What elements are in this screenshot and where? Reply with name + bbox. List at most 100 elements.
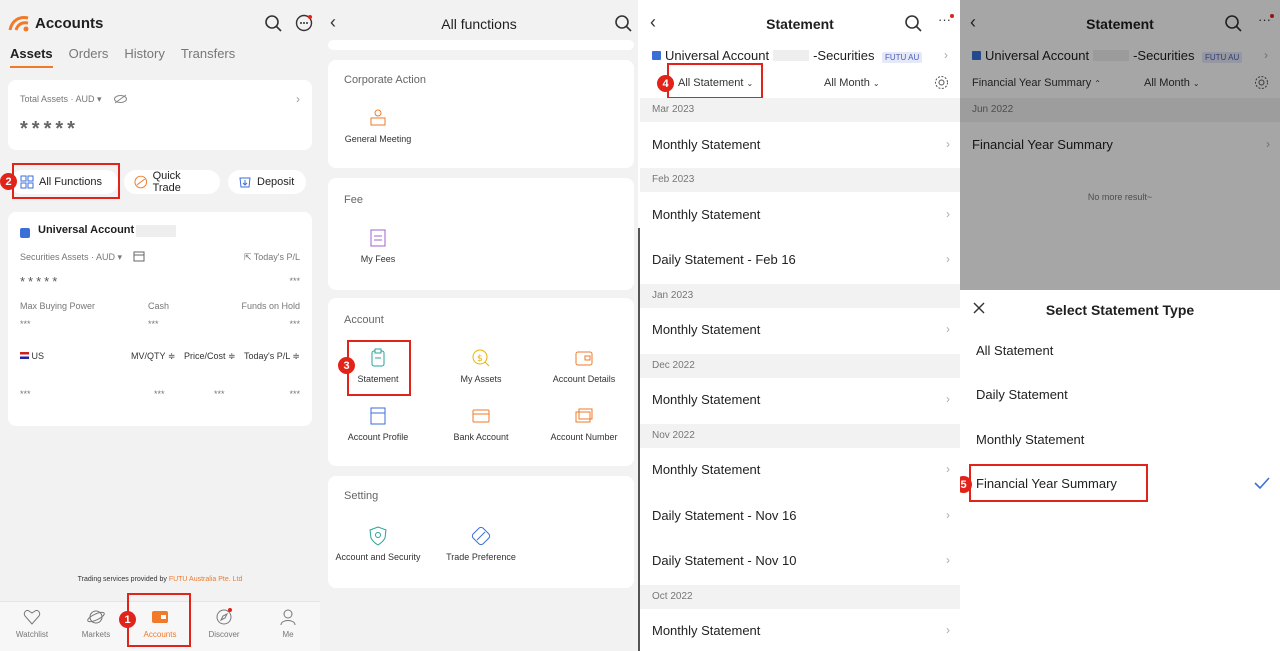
general-meeting-button[interactable]: General Meeting	[328, 108, 428, 144]
column-mv-qty[interactable]: MV/QTY ≑	[131, 351, 175, 362]
option-monthly-statement[interactable]: Monthly Statement	[976, 432, 1084, 447]
calendar-icon[interactable]	[133, 250, 145, 262]
statement-row[interactable]: Daily Statement - Nov 10 ›	[640, 538, 960, 582]
statement-header: ‹ Statement ···	[640, 0, 960, 46]
statement-row[interactable]: Monthly Statement ›	[640, 122, 960, 166]
modal-overlay[interactable]	[960, 0, 1280, 290]
statement-row[interactable]: Monthly Statement ›	[640, 377, 960, 421]
eye-hidden-icon[interactable]	[114, 94, 127, 104]
more-icon[interactable]: ···	[938, 12, 951, 27]
funds-on-hold-label: Funds on Hold	[241, 301, 300, 311]
search-icon[interactable]	[264, 14, 282, 32]
statement-row[interactable]: Monthly Statement ›	[640, 608, 960, 651]
deposit-label: Deposit	[257, 176, 295, 188]
cash-value: ***	[148, 319, 159, 329]
universal-account-card[interactable]: Universal Account Securities Assets · AU…	[8, 212, 312, 426]
statement-row[interactable]: Daily Statement - Feb 16 ›	[640, 237, 960, 281]
statement-row-label: Daily Statement - Nov 16	[652, 508, 797, 523]
bank-account-label: Bank Account	[453, 432, 509, 442]
total-assets-label: Total Assets · AUD ▾	[20, 94, 102, 104]
trade-preference-button[interactable]: Trade Preference	[431, 526, 531, 562]
month-header: Mar 2023	[640, 98, 960, 122]
futu-au-tag: FUTU AU	[882, 52, 923, 63]
tab-assets[interactable]: Assets	[10, 46, 53, 68]
securities-assets-label: Securities Assets · AUD ▾	[20, 252, 123, 262]
statement-row-label: Monthly Statement	[652, 322, 761, 337]
message-icon[interactable]	[295, 14, 313, 32]
section-top-remnant	[328, 40, 634, 50]
account-security-label: Account and Security	[335, 552, 421, 562]
deposit-button[interactable]: Deposit	[228, 170, 306, 194]
account-selector[interactable]: Universal Account -Securities	[652, 48, 874, 63]
month-header: Nov 2022	[640, 424, 960, 448]
tab-orders[interactable]: Orders	[69, 46, 109, 72]
account-profile-button[interactable]: Account Profile	[328, 406, 428, 442]
nav-me[interactable]: Me	[258, 608, 318, 639]
month-filter-value: All Month	[824, 77, 870, 89]
account-details-button[interactable]: Account Details	[534, 348, 634, 384]
month-filter[interactable]: All Month ⌄	[824, 77, 880, 89]
highlight-box-all-statement	[667, 63, 763, 99]
account-number-button[interactable]: Account Number	[534, 406, 634, 442]
futu-logo-icon	[8, 16, 29, 32]
compass-icon	[216, 608, 232, 625]
accounts-header: Accounts	[0, 0, 320, 46]
account-suffix: -Securities	[813, 48, 875, 63]
settings-gear-icon[interactable]	[934, 75, 949, 90]
chevron-right-icon: ›	[946, 322, 950, 336]
footer-note-text: Trading services provided by	[77, 576, 167, 583]
month-header: Oct 2022	[640, 585, 960, 609]
statement-row[interactable]: Monthly Statement ›	[640, 447, 960, 491]
us-flag-icon	[20, 352, 29, 359]
column-price-cost[interactable]: Price/Cost ≑	[184, 351, 236, 362]
wallet-icon	[652, 51, 661, 60]
statement-row-label: Daily Statement - Nov 10	[652, 553, 797, 568]
cash-label: Cash	[148, 301, 170, 311]
my-assets-button[interactable]: $ My Assets	[431, 348, 531, 384]
nav-markets[interactable]: Markets	[66, 608, 126, 639]
my-fees-button[interactable]: My Fees	[328, 228, 428, 264]
search-icon[interactable]	[904, 14, 922, 32]
option-all-statement[interactable]: All Statement	[976, 343, 1053, 358]
chevron-right-icon: ›	[946, 137, 950, 151]
option-daily-statement[interactable]: Daily Statement	[976, 387, 1068, 402]
todays-pl-text: Today's P/L	[253, 252, 300, 262]
nav-markets-label: Markets	[81, 630, 111, 639]
checkmark-icon	[1254, 477, 1270, 490]
max-buying-power-value: ***	[20, 319, 31, 329]
chevron-right-icon: ›	[946, 207, 950, 221]
statement-row[interactable]: Monthly Statement ›	[640, 307, 960, 351]
statement-row[interactable]: Daily Statement - Nov 16 ›	[640, 493, 960, 537]
column-todays-pl[interactable]: Today's P/L ≑	[244, 351, 300, 362]
chevron-right-icon: ›	[946, 462, 950, 476]
tab-history[interactable]: History	[124, 46, 164, 72]
all-functions-screen: ‹ All functions Corporate Action General…	[320, 0, 638, 651]
total-assets-card[interactable]: Total Assets · AUD ▾ › *****	[8, 80, 312, 150]
podium-icon	[370, 109, 386, 126]
wallet-icon	[575, 351, 593, 366]
bank-card-icon	[472, 409, 490, 423]
nav-watchlist[interactable]: Watchlist	[2, 608, 62, 639]
shield-icon	[369, 526, 387, 546]
nav-discover[interactable]: Discover	[194, 608, 254, 639]
quick-trade-icon	[134, 175, 148, 189]
footer-company-link[interactable]: FUTU Australia Pte. Ltd	[169, 576, 243, 583]
my-fees-label: My Fees	[360, 254, 396, 264]
account-profile-label: Account Profile	[347, 432, 409, 442]
highlight-box-accounts	[127, 593, 191, 647]
section-corporate-action: Corporate Action General Meeting	[328, 60, 634, 168]
statement-row-label: Monthly Statement	[652, 207, 761, 222]
month-header: Feb 2023	[640, 168, 960, 192]
chevron-right-icon: ›	[946, 252, 950, 266]
position-value-4: ***	[289, 389, 300, 399]
statement-row-label: Monthly Statement	[652, 623, 761, 638]
section-title: Fee	[344, 194, 363, 206]
search-icon[interactable]	[614, 14, 632, 32]
account-security-button[interactable]: Account and Security	[328, 526, 428, 562]
tab-transfers[interactable]: Transfers	[181, 46, 235, 72]
quick-trade-button[interactable]: Quick Trade	[124, 170, 220, 194]
statement-row[interactable]: Monthly Statement ›	[640, 192, 960, 236]
cards-icon	[575, 408, 593, 423]
account-name: Universal Account	[38, 224, 135, 236]
bank-account-button[interactable]: Bank Account	[431, 406, 531, 442]
